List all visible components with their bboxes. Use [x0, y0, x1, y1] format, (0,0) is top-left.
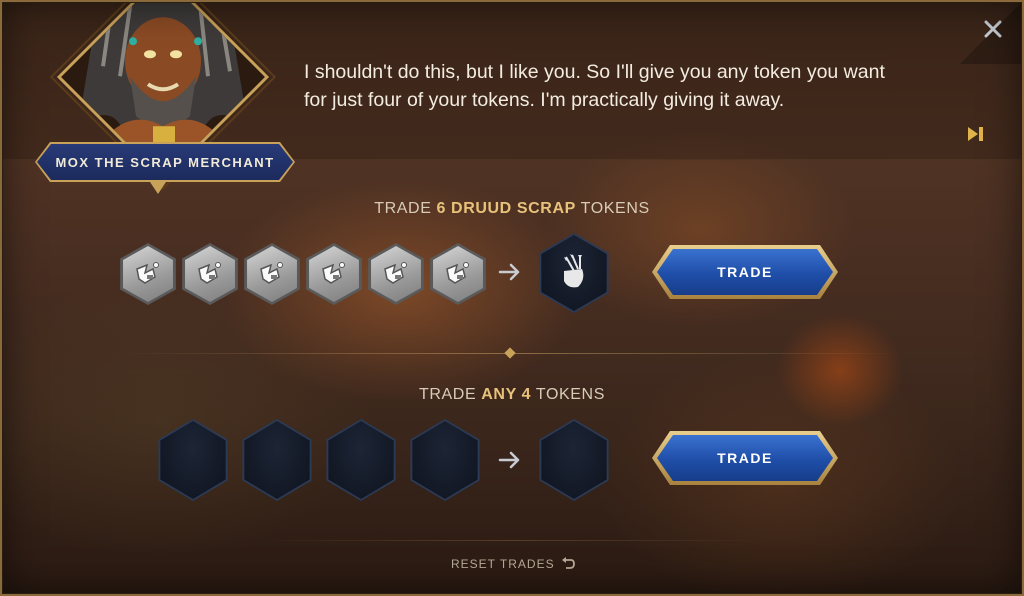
output-token-quiver[interactable] — [539, 233, 609, 313]
merchant-name: MOX THE SCRAP MERCHANT — [55, 154, 275, 170]
nameplate-tail — [150, 182, 166, 194]
druud-scrap-icon — [384, 262, 407, 284]
trade-1-title: TRADE 6 DRUUD SCRAP TOKENS — [0, 200, 1024, 218]
trade-1-title-suffix: TOKENS — [575, 200, 650, 217]
trade-2-title: TRADE ANY 4 TOKENS — [0, 386, 1024, 404]
trade-2-button[interactable]: TRADE — [652, 431, 838, 485]
trade-2-title-suffix: TOKENS — [531, 386, 605, 403]
druud-scrap-icon — [446, 262, 469, 284]
empty-output-slot[interactable] — [539, 419, 609, 501]
scrap-merchant-modal: MOX THE SCRAP MERCHANT I shouldn't do th… — [0, 0, 1024, 596]
empty-token-slot[interactable] — [242, 419, 312, 501]
trade-2-button-label: TRADE — [657, 435, 833, 481]
skip-dialog-button[interactable] — [966, 126, 986, 142]
reset-trades-label: RESET TRADES — [451, 557, 555, 571]
bottom-divider — [260, 540, 764, 541]
trade-2-arrow-icon — [498, 448, 522, 474]
empty-token-slot[interactable] — [410, 419, 480, 501]
quiver-icon — [564, 254, 584, 288]
trade-2-title-prefix: TRADE — [419, 386, 482, 403]
druud-scrap-token — [306, 243, 362, 305]
druud-scrap-token — [244, 243, 300, 305]
empty-token-slot[interactable] — [326, 419, 396, 501]
druud-scrap-icon — [136, 262, 159, 284]
merchant-dialog: I shouldn't do this, but I like you. So … — [304, 61, 885, 111]
trade-1-button[interactable]: TRADE — [652, 245, 838, 299]
trade-1-arrow-icon — [498, 260, 522, 286]
reset-icon — [561, 557, 575, 569]
druud-scrap-token — [430, 243, 486, 305]
trade-1-title-prefix: TRADE — [374, 200, 437, 217]
close-button[interactable] — [980, 16, 1006, 42]
skip-forward-icon — [968, 127, 983, 141]
reset-trades-button[interactable]: RESET TRADES — [451, 556, 575, 572]
merchant-nameplate: MOX THE SCRAP MERCHANT — [37, 144, 293, 180]
trade-1-button-label: TRADE — [657, 249, 833, 295]
merchant-portrait-frame: MOX THE SCRAP MERCHANT — [60, 0, 268, 194]
druud-scrap-token — [368, 243, 424, 305]
druud-scrap-token — [120, 243, 176, 305]
druud-scrap-icon — [322, 262, 345, 284]
druud-scrap-icon — [198, 262, 221, 284]
empty-token-slot[interactable] — [158, 419, 228, 501]
trade-2-title-highlight: ANY 4 — [481, 386, 532, 403]
divider-gem — [504, 347, 516, 359]
druud-scrap-icon — [260, 262, 283, 284]
trade-1-title-highlight: 6 DRUUD SCRAP — [436, 200, 576, 217]
close-icon — [984, 20, 1002, 38]
druud-scrap-token — [182, 243, 238, 305]
